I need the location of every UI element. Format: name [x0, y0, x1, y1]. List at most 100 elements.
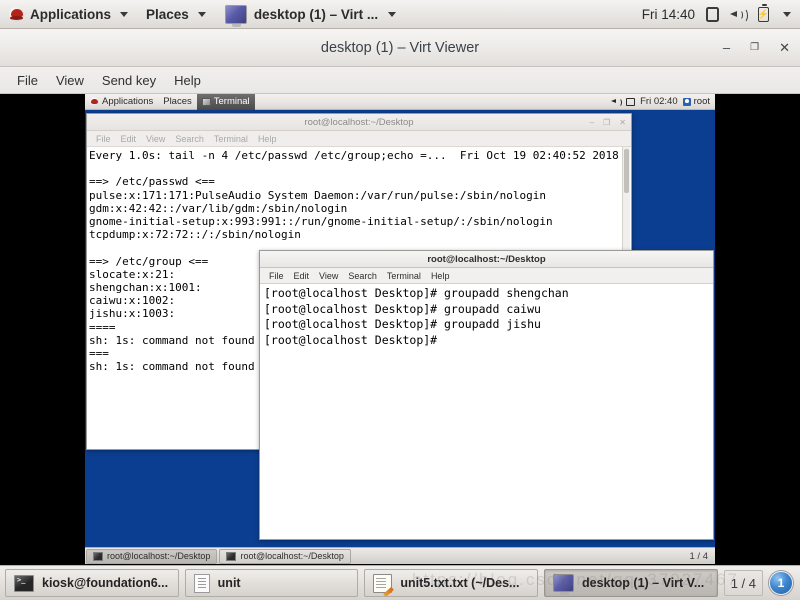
guest-clock[interactable]: Fri 02:40: [640, 96, 678, 107]
taskbar-item-unit5-txt-label: unit5.txt.txt (~/Des...: [400, 576, 520, 590]
scrollbar-thumb[interactable]: [624, 149, 629, 193]
guest-applications-label: Applications: [102, 96, 154, 107]
speaker-cone: [730, 10, 737, 17]
menu-view[interactable]: View: [314, 271, 343, 281]
guest-desktop[interactable]: Applications Places Terminal Fri 02:40 r…: [85, 94, 715, 564]
host-top-panel: Applications Places desktop (1) – Virt .…: [0, 0, 800, 29]
guest-taskbar: root@localhost:~/Desktop root@localhost:…: [85, 547, 715, 564]
menu-view[interactable]: View: [141, 134, 170, 144]
applications-menu[interactable]: Applications: [0, 0, 137, 29]
guest-user-label: root: [693, 96, 710, 107]
menu-terminal[interactable]: Terminal: [382, 271, 426, 281]
host-panel-window-label: desktop (1) – Virt ...: [253, 6, 379, 22]
virt-viewer-icon: [224, 4, 247, 27]
host-workspace-indicator[interactable]: 1 / 4: [723, 570, 763, 596]
guest-workspace-indicator[interactable]: 1 / 4: [690, 551, 716, 562]
places-menu-label: Places: [146, 6, 189, 22]
maximize-button[interactable]: ❐: [750, 42, 759, 53]
menu-search[interactable]: Search: [170, 134, 209, 144]
guest-taskbar-item-1[interactable]: root@localhost:~/Desktop: [86, 548, 218, 564]
screen-root: Applications Places desktop (1) – Virt .…: [0, 0, 800, 600]
chevron-down-icon[interactable]: [783, 11, 791, 17]
text-editor-icon: [373, 573, 393, 593]
virt-viewer-window: desktop (1) – Virt Viewer – ❐ ✕ File Vie…: [0, 29, 800, 565]
taskbar-item-virt-viewer[interactable]: desktop (1) – Virt V...: [544, 569, 718, 597]
guest-user-menu[interactable]: root: [682, 96, 710, 107]
foreground-terminal-menubar: File Edit View Search Terminal Help: [260, 268, 713, 284]
foreground-terminal-title: root@localhost:~/Desktop: [427, 253, 546, 265]
menu-edit[interactable]: Edit: [289, 271, 315, 281]
virt-viewer-titlebar: desktop (1) – Virt Viewer – ❐ ✕: [0, 29, 800, 67]
background-terminal-window-controls: – ❐ ✕: [590, 118, 626, 127]
taskbar-item-unit[interactable]: unit: [184, 569, 359, 597]
volume-icon[interactable]: [611, 98, 623, 107]
foreground-terminal-titlebar: root@localhost:~/Desktop: [260, 251, 713, 268]
menu-view[interactable]: View: [47, 70, 93, 91]
guest-top-panel: Applications Places Terminal Fri 02:40 r…: [85, 94, 715, 110]
guest-taskbar-item-1-label: root@localhost:~/Desktop: [107, 551, 211, 561]
display-icon[interactable]: [626, 97, 636, 106]
menu-file[interactable]: File: [264, 271, 289, 281]
taskbar-item-unit-label: unit: [217, 576, 241, 590]
places-menu[interactable]: Places: [137, 0, 215, 29]
volume-icon[interactable]: [730, 7, 748, 23]
close-button[interactable]: ✕: [779, 41, 790, 54]
guest-status-area: Fri 02:40 root: [611, 96, 715, 107]
virt-viewer-title: desktop (1) – Virt Viewer: [320, 39, 480, 56]
guest-taskbar-item-2[interactable]: root@localhost:~/Desktop: [219, 548, 351, 564]
terminal-icon: [226, 551, 237, 561]
host-taskbar: kiosk@foundation6... unit unit5.txt.txt …: [0, 565, 800, 600]
maximize-button[interactable]: ❐: [603, 118, 610, 127]
hat-icon: [9, 6, 24, 22]
sound-wave-large: [739, 7, 748, 23]
menu-send-key[interactable]: Send key: [93, 70, 165, 91]
menu-file[interactable]: File: [8, 70, 47, 91]
minimize-button[interactable]: –: [723, 41, 730, 54]
chevron-down-icon: [197, 11, 206, 17]
background-terminal-titlebar: root@localhost:~/Desktop – ❐ ✕: [87, 114, 631, 131]
guest-panel-task-terminal[interactable]: Terminal: [196, 94, 255, 110]
hat-icon: [90, 97, 99, 106]
taskbar-item-virt-viewer-label: desktop (1) – Virt V...: [582, 576, 705, 590]
menu-search[interactable]: Search: [343, 271, 382, 281]
guest-places-label: Places: [163, 96, 192, 107]
virt-viewer-canvas[interactable]: Applications Places Terminal Fri 02:40 r…: [0, 94, 800, 564]
taskbar-item-kiosk-terminal[interactable]: kiosk@foundation6...: [5, 569, 179, 597]
background-terminal-title: root@localhost:~/Desktop: [304, 116, 414, 128]
guest-places-menu[interactable]: Places: [158, 94, 197, 110]
chevron-down-icon: [388, 11, 397, 17]
chevron-down-icon: [120, 11, 129, 17]
menu-edit[interactable]: Edit: [116, 134, 142, 144]
foreground-terminal-window[interactable]: root@localhost:~/Desktop File Edit View …: [259, 250, 714, 540]
guest-task-label: Terminal: [213, 96, 250, 107]
taskbar-item-kiosk-terminal-label: kiosk@foundation6...: [42, 576, 169, 590]
background-terminal-menubar: File Edit View Search Terminal Help: [87, 131, 631, 147]
menu-help[interactable]: Help: [426, 271, 455, 281]
taskbar-item-unit5-txt[interactable]: unit5.txt.txt (~/Des...: [364, 569, 539, 597]
terminal-icon: [14, 574, 34, 592]
close-button[interactable]: ✕: [619, 118, 626, 127]
host-clock[interactable]: Fri 14:40: [642, 7, 695, 22]
virt-viewer-menubar: File View Send key Help: [0, 67, 800, 94]
applications-menu-label: Applications: [30, 6, 112, 22]
battery-icon[interactable]: ⚡: [758, 4, 769, 22]
file-manager-icon: [193, 573, 210, 593]
user-icon: [682, 97, 691, 106]
host-panel-window-button[interactable]: desktop (1) – Virt ...: [215, 0, 406, 29]
minimize-button[interactable]: –: [590, 118, 594, 127]
menu-help[interactable]: Help: [253, 134, 282, 144]
foreground-terminal-output[interactable]: [root@localhost Desktop]# groupadd sheng…: [260, 284, 713, 539]
workspace-badge[interactable]: 1: [768, 571, 793, 595]
menu-file[interactable]: File: [91, 134, 116, 144]
menu-terminal[interactable]: Terminal: [209, 134, 253, 144]
menu-help[interactable]: Help: [165, 70, 210, 91]
network-icon[interactable]: [706, 6, 719, 22]
terminal-icon: [93, 551, 103, 561]
window-controls: – ❐ ✕: [723, 41, 790, 54]
virt-viewer-icon: [553, 574, 575, 595]
host-panel-status-area: Fri 14:40 ⚡: [642, 4, 800, 23]
guest-applications-menu[interactable]: Applications: [85, 94, 158, 110]
sound-wave: [616, 98, 623, 107]
guest-taskbar-item-2-label: root@localhost:~/Desktop: [240, 551, 344, 561]
terminal-icon: [201, 97, 211, 106]
